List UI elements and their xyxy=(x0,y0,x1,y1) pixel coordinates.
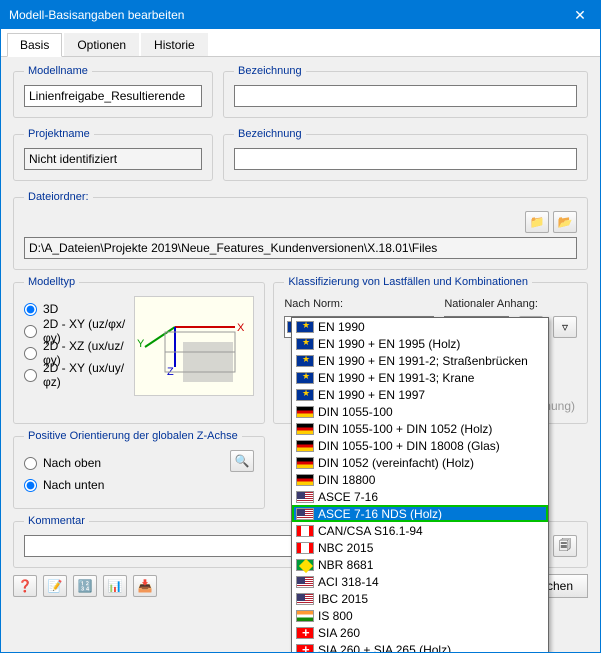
import-button[interactable]: 📥 xyxy=(133,575,157,597)
zaxis-group: Positive Orientierung der globalen Z-Ach… xyxy=(13,430,265,509)
norm-option[interactable]: EN 1990 + EN 1995 (Holz) xyxy=(292,335,548,352)
radio-z-oben[interactable]: Nach oben xyxy=(24,454,230,472)
modelltyp-group: Modelltyp 3D 2D - XY (uz/φx/φy) 2D - XZ … xyxy=(13,276,265,424)
modell-bez-legend: Bezeichnung xyxy=(234,65,306,77)
de-flag-icon xyxy=(296,440,314,452)
anhang-label: Nationaler Anhang: xyxy=(444,298,577,310)
dateiordner-input[interactable] xyxy=(24,237,577,259)
norm-option[interactable]: NBR 8681 xyxy=(292,556,548,573)
norm-dropdown-panel[interactable]: EN 1990EN 1990 + EN 1995 (Holz)EN 1990 +… xyxy=(291,317,549,652)
modelltyp-preview: X Y Z xyxy=(134,296,254,396)
projekt-bez-input[interactable] xyxy=(234,148,577,170)
in-flag-icon xyxy=(296,610,314,622)
norm-option[interactable]: EN 1990 + EN 1997 xyxy=(292,386,548,403)
de-flag-icon xyxy=(296,474,314,486)
radio-3d[interactable]: 3D xyxy=(24,300,126,318)
norm-label: Nach Norm: xyxy=(284,298,434,310)
projektname-input[interactable] xyxy=(24,148,202,170)
radio-z-unten[interactable]: Nach unten xyxy=(24,476,230,494)
de-flag-icon xyxy=(296,423,314,435)
folder-browse-1-button[interactable]: 📁 xyxy=(525,211,549,233)
norm-option[interactable]: EN 1990 xyxy=(292,318,548,335)
eu-flag-icon xyxy=(296,321,314,333)
norm-option[interactable]: SIA 260 + SIA 265 (Holz) xyxy=(292,641,548,652)
norm-option[interactable]: DIN 1055-100 + DIN 18008 (Glas) xyxy=(292,437,548,454)
projektname-legend: Projektname xyxy=(24,128,94,140)
ca-flag-icon xyxy=(296,542,314,554)
titlebar: Modell-Basisangaben bearbeiten ✕ xyxy=(1,1,600,29)
kommentar-legend: Kommentar xyxy=(24,515,89,527)
dateiordner-legend: Dateiordner: xyxy=(24,191,93,203)
tab-basis[interactable]: Basis xyxy=(7,33,62,57)
norm-option[interactable]: IBC 2015 xyxy=(292,590,548,607)
us-flag-icon xyxy=(296,491,314,503)
us-flag-icon xyxy=(296,593,314,605)
norm-option[interactable]: CAN/CSA S16.1-94 xyxy=(292,522,548,539)
us-flag-icon xyxy=(296,508,314,520)
norm-option[interactable]: EN 1990 + EN 1991-2; Straßenbrücken xyxy=(292,352,548,369)
dateiordner-group: Dateiordner: 📁 📂 xyxy=(13,191,588,270)
norm-option[interactable]: NBC 2015 xyxy=(292,539,548,556)
modellname-legend: Modellname xyxy=(24,65,92,77)
ch-flag-icon xyxy=(296,644,314,653)
radio-2d-xy-u[interactable]: 2D - XY (ux/uy/φz) xyxy=(24,366,126,384)
tab-historie[interactable]: Historie xyxy=(141,33,208,56)
modelltyp-legend: Modelltyp xyxy=(24,276,79,288)
projektname-group: Projektname xyxy=(13,128,213,181)
norm-option[interactable]: ACI 318-14 xyxy=(292,573,548,590)
svg-text:X: X xyxy=(237,322,245,334)
eu-flag-icon xyxy=(296,372,314,384)
content-area: Modellname Bezeichnung Projektname Bezei… xyxy=(1,57,600,652)
us-flag-icon xyxy=(296,576,314,588)
de-flag-icon xyxy=(296,406,314,418)
projekt-bezeichnung-group: Bezeichnung xyxy=(223,128,588,181)
norm-option[interactable]: SIA 260 xyxy=(292,624,548,641)
ca-flag-icon xyxy=(296,525,314,537)
modell-bezeichnung-group: Bezeichnung xyxy=(223,65,588,118)
ch-flag-icon xyxy=(296,627,314,639)
zaxis-legend: Positive Orientierung der globalen Z-Ach… xyxy=(24,430,242,442)
klass-legend: Klassifizierung von Lastfällen und Kombi… xyxy=(284,276,532,288)
radio-2d-xz[interactable]: 2D - XZ (ux/uz/φy) xyxy=(24,344,126,362)
norm-option[interactable]: DIN 1055-100 + DIN 1052 (Holz) xyxy=(292,420,548,437)
zaxis-info-button[interactable]: 🔍 xyxy=(230,450,254,472)
norm-option[interactable]: DIN 18800 xyxy=(292,471,548,488)
modellname-group: Modellname xyxy=(13,65,213,118)
eu-flag-icon xyxy=(296,389,314,401)
de-flag-icon xyxy=(296,457,314,469)
modellname-input[interactable] xyxy=(24,85,202,107)
norm-option[interactable]: ASCE 7-16 xyxy=(292,488,548,505)
folder-browse-2-button[interactable]: 📂 xyxy=(553,211,577,233)
radio-2d-xy[interactable]: 2D - XY (uz/φx/φy) xyxy=(24,322,126,340)
window-title: Modell-Basisangaben bearbeiten xyxy=(9,8,184,22)
norm-option[interactable]: DIN 1055-100 xyxy=(292,403,548,420)
modell-bez-input[interactable] xyxy=(234,85,577,107)
svg-text:Y: Y xyxy=(137,338,145,350)
edit-button[interactable]: 📝 xyxy=(43,575,67,597)
tabstrip: Basis Optionen Historie xyxy=(1,29,600,57)
eu-flag-icon xyxy=(296,338,314,350)
close-button[interactable]: ✕ xyxy=(560,1,600,29)
eu-flag-icon xyxy=(296,355,314,367)
kommentar-library-button[interactable]: 🗐 xyxy=(553,535,577,557)
dialog-window: Modell-Basisangaben bearbeiten ✕ Basis O… xyxy=(0,0,601,653)
br-flag-icon xyxy=(296,559,314,571)
projekt-bez-legend: Bezeichnung xyxy=(234,128,306,140)
norm-option[interactable]: DIN 1052 (vereinfacht) (Holz) xyxy=(292,454,548,471)
norm-option[interactable]: ASCE 7-16 NDS (Holz) xyxy=(292,505,548,522)
norm-option[interactable]: IS 800 xyxy=(292,607,548,624)
tab-optionen[interactable]: Optionen xyxy=(64,33,139,56)
help-button[interactable]: ❓ xyxy=(13,575,37,597)
norm-filter-button[interactable]: ▿ xyxy=(553,316,577,338)
export-button[interactable]: 📊 xyxy=(103,575,127,597)
units-button[interactable]: 🔢 xyxy=(73,575,97,597)
norm-option[interactable]: EN 1990 + EN 1991-3; Krane xyxy=(292,369,548,386)
